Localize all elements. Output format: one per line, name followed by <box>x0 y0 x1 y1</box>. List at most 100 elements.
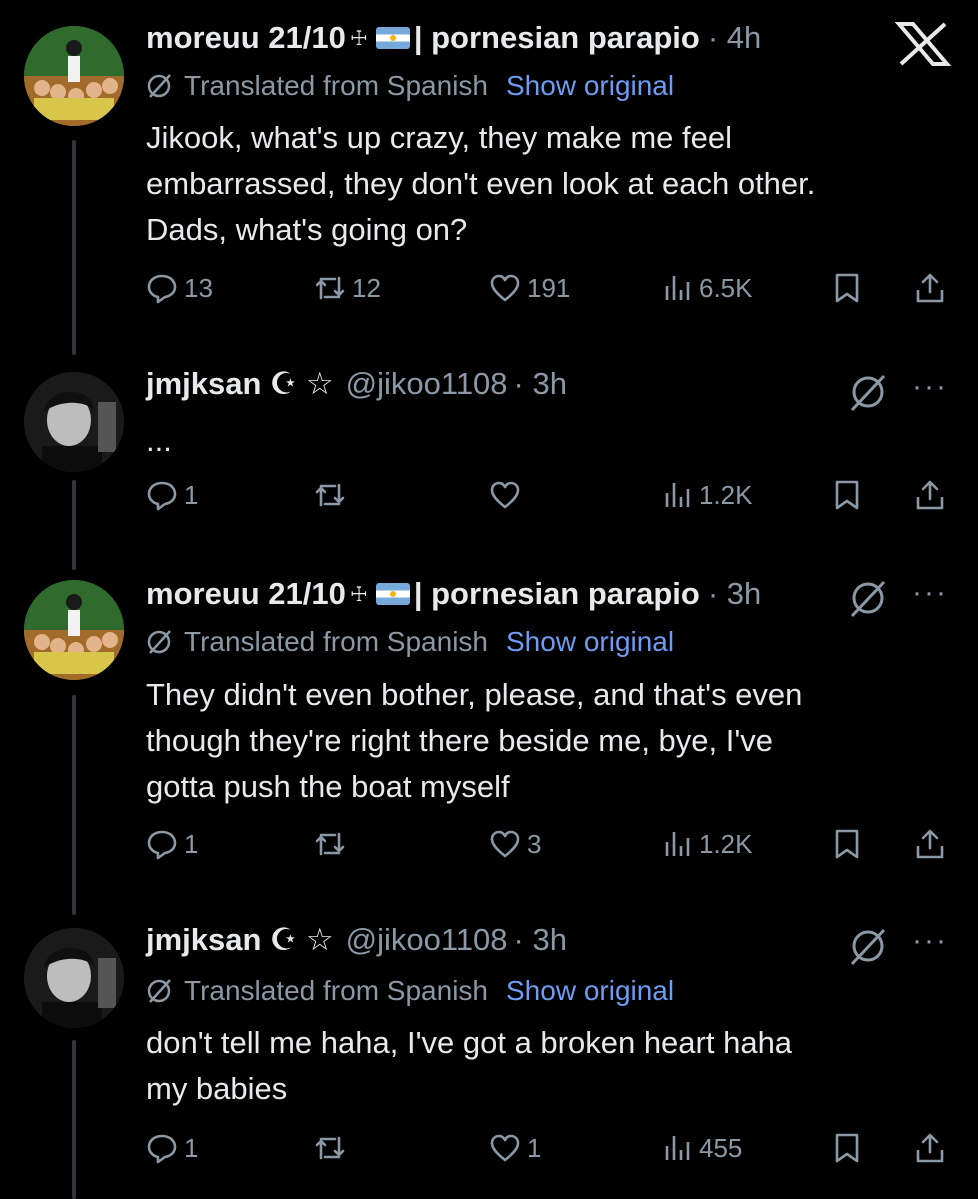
reply-count: 1 <box>184 1132 199 1163</box>
share-icon <box>916 829 944 859</box>
share-icon <box>916 1133 944 1163</box>
heart-icon <box>490 274 520 302</box>
grok-icon[interactable] <box>848 372 888 412</box>
views-button[interactable]: 1.2K <box>661 475 753 515</box>
display-name-suffix[interactable]: | pornesian parapio <box>414 20 700 56</box>
argentina-flag-icon <box>375 27 410 49</box>
reply-icon <box>147 1134 177 1164</box>
like-count: 3 <box>527 828 542 859</box>
show-original-link[interactable]: Show original <box>506 626 674 658</box>
views-count: 6.5K <box>699 272 753 303</box>
bookmark-button[interactable] <box>831 1128 863 1168</box>
heart-icon <box>490 481 520 509</box>
timestamp[interactable]: · 3h <box>708 576 761 612</box>
action-bar: 1 1.2K <box>146 475 956 515</box>
display-name-suffix[interactable]: | pornesian parapio <box>414 576 700 612</box>
repost-icon <box>315 1136 345 1160</box>
x-logo-icon[interactable] <box>895 22 951 66</box>
reply-button[interactable]: 13 <box>146 268 213 308</box>
avatar[interactable] <box>24 928 124 1028</box>
translated-label: Translated from Spanish <box>184 70 488 101</box>
bookmark-button[interactable] <box>831 475 863 515</box>
reply-icon <box>147 481 177 511</box>
cross-icon: ☩ <box>349 27 368 50</box>
display-name[interactable]: jmjksan <box>146 366 261 402</box>
views-icon <box>665 832 690 856</box>
display-name[interactable]: moreuu 21/10 <box>146 576 346 612</box>
avatar[interactable] <box>24 26 124 126</box>
reply-button[interactable]: 1 <box>146 824 198 864</box>
more-options-button[interactable]: ··· <box>912 370 948 404</box>
action-bar: 13 12 191 6.5K <box>146 268 956 308</box>
action-bar: 1 3 1.2K <box>146 824 956 864</box>
timestamp[interactable]: · 3h <box>514 366 567 402</box>
cross-icon: ☩ <box>349 583 368 606</box>
like-button[interactable]: 3 <box>489 824 541 864</box>
avatar[interactable] <box>24 580 124 680</box>
reply-icon <box>147 830 177 860</box>
views-icon <box>665 276 690 300</box>
bookmark-icon <box>835 1133 859 1163</box>
repost-button[interactable] <box>314 475 352 515</box>
avatar[interactable] <box>24 372 124 472</box>
grok-icon[interactable] <box>848 926 888 966</box>
show-original-link[interactable]: Show original <box>506 975 674 1007</box>
translated-label: Translated from Spanish <box>184 626 488 657</box>
translation-notice: Translated from Spanish Show original <box>146 626 674 658</box>
views-button[interactable]: 1.2K <box>661 824 753 864</box>
bookmark-button[interactable] <box>831 824 863 864</box>
handle[interactable]: @jikoo1108 <box>346 366 508 402</box>
translate-icon <box>147 630 171 654</box>
thread-line <box>72 480 76 570</box>
share-button[interactable] <box>914 824 946 864</box>
avatar-image <box>24 928 124 1028</box>
grok-icon[interactable] <box>848 578 888 618</box>
heart-icon <box>490 1134 520 1162</box>
like-button[interactable]: 191 <box>489 268 570 308</box>
timestamp[interactable]: · 3h <box>514 922 567 958</box>
repost-button[interactable] <box>314 824 352 864</box>
more-options-button[interactable]: ··· <box>912 924 948 958</box>
views-count: 1.2K <box>699 479 753 510</box>
share-button[interactable] <box>914 268 946 308</box>
tweet-text-line: Dads, what's going on? <box>146 212 468 247</box>
handle[interactable]: @jikoo1108 <box>346 922 508 958</box>
reply-count: 1 <box>184 479 199 510</box>
tweet-text: Jikook, what's up crazy, they make me fe… <box>146 115 946 253</box>
bookmark-button[interactable] <box>831 268 863 308</box>
reply-button[interactable]: 1 <box>146 1128 198 1168</box>
like-button[interactable] <box>489 475 527 515</box>
tweet-text-line: my babies <box>146 1071 288 1106</box>
repost-icon <box>315 483 345 507</box>
share-button[interactable] <box>914 1128 946 1168</box>
argentina-flag-icon <box>375 583 410 605</box>
tweet-header: moreuu 21/10 ☩ | pornesian parapio · 4h <box>146 20 761 56</box>
views-icon <box>665 1136 690 1160</box>
thread-line <box>72 695 76 915</box>
repost-button[interactable] <box>314 1128 352 1168</box>
more-options-button[interactable]: ··· <box>912 576 948 610</box>
views-button[interactable]: 455 <box>661 1128 742 1168</box>
tweet-text: ... <box>146 418 946 464</box>
tweet-text-line: Jikook, what's up crazy, they make me fe… <box>146 120 732 155</box>
display-name[interactable]: moreuu 21/10 <box>146 20 346 56</box>
repost-icon <box>315 276 345 300</box>
show-original-link[interactable]: Show original <box>506 70 674 102</box>
timestamp[interactable]: · 4h <box>708 20 761 56</box>
avatar-image <box>24 26 124 126</box>
reply-count: 13 <box>184 272 213 303</box>
reply-button[interactable]: 1 <box>146 475 198 515</box>
display-name-suffix: ☪ ☆ <box>269 366 334 401</box>
like-button[interactable]: 1 <box>489 1128 541 1168</box>
thread-line <box>72 140 76 355</box>
display-name[interactable]: jmjksan <box>146 922 261 958</box>
bookmark-icon <box>835 480 859 510</box>
share-icon <box>916 480 944 510</box>
share-button[interactable] <box>914 475 946 515</box>
display-name-suffix: ☪ ☆ <box>269 922 334 957</box>
repost-button[interactable]: 12 <box>314 268 381 308</box>
reply-count: 1 <box>184 828 199 859</box>
views-button[interactable]: 6.5K <box>661 268 753 308</box>
bookmark-icon <box>835 273 859 303</box>
tweet-text-line: though they're right there beside me, by… <box>146 723 774 758</box>
